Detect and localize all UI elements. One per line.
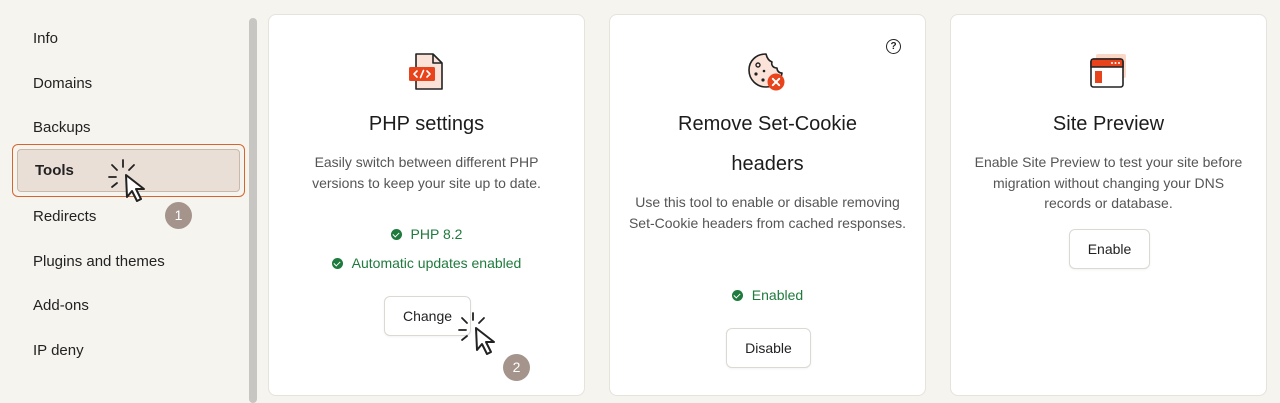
sidebar-item-domains[interactable]: Domains <box>33 75 92 92</box>
sidebar-item-ip-deny[interactable]: IP deny <box>33 342 84 359</box>
sidebar-item-plugins-and-themes[interactable]: Plugins and themes <box>33 253 165 270</box>
check-circle-icon <box>731 290 743 301</box>
help-icon[interactable]: ? <box>886 39 901 54</box>
disable-button[interactable]: Disable <box>726 328 811 368</box>
cookie-enabled-status: Enabled <box>610 287 925 303</box>
cookie-enabled-label: Enabled <box>751 287 804 303</box>
remove-set-cookie-description: Use this tool to enable or disable remov… <box>628 194 907 231</box>
remove-set-cookie-title-line-1: Remove Set-Cookie <box>678 113 857 135</box>
sidebar-item-label: Tools <box>35 162 74 179</box>
enable-button[interactable]: Enable <box>1069 229 1150 269</box>
sidebar-item-backups[interactable]: Backups <box>33 119 91 136</box>
pointer-cursor-icon <box>108 159 145 202</box>
site-preview-card: Site Preview Enable Site Preview to test… <box>950 14 1267 396</box>
step-badge-1: 1 <box>165 202 192 229</box>
auto-updates-status: Automatic updates enabled <box>269 255 584 271</box>
remove-set-cookie-card: ? Remove Set-Cookie headers Use this too… <box>609 14 926 396</box>
remove-set-cookie-title-line-2: headers <box>731 153 804 175</box>
sidebar-item-redirects[interactable]: Redirects <box>33 208 96 225</box>
check-circle-icon <box>390 229 402 240</box>
sidebar-scrollbar[interactable] <box>249 18 257 403</box>
browser-window-icon <box>1090 54 1126 88</box>
step-badge-2: 2 <box>503 354 530 381</box>
auto-updates-label: Automatic updates enabled <box>351 255 522 271</box>
php-settings-title: PHP settings <box>368 113 485 135</box>
pointer-cursor-icon <box>458 312 495 355</box>
php-settings-card: PHP settings Easily switch between diffe… <box>268 14 585 396</box>
code-file-icon <box>409 53 443 90</box>
cookie-remove-icon <box>748 53 785 91</box>
site-preview-title: Site Preview <box>1052 113 1165 135</box>
php-version-label: PHP 8.2 <box>410 226 463 242</box>
site-preview-description: Enable Site Preview to test your site be… <box>974 154 1243 211</box>
sidebar-item-add-ons[interactable]: Add-ons <box>33 297 89 314</box>
php-settings-description: Easily switch between different PHP vers… <box>312 154 541 191</box>
sidebar-item-info[interactable]: Info <box>33 30 58 47</box>
php-version-status: PHP 8.2 <box>269 226 584 242</box>
check-circle-icon <box>331 258 343 269</box>
